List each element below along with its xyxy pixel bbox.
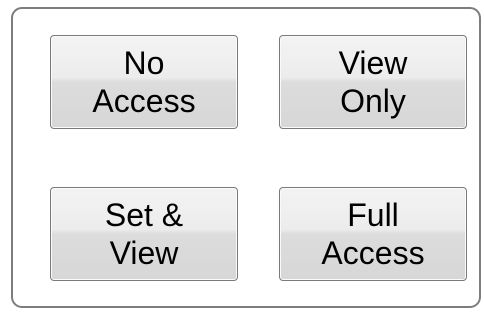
button-label-line-2: Access xyxy=(321,235,425,271)
set-and-view-button[interactable]: Set & View xyxy=(50,187,238,281)
button-label-line-2: Only xyxy=(340,83,406,119)
button-label-line-2: View xyxy=(109,235,179,271)
button-label-line-1: View xyxy=(338,45,408,81)
button-label-line-1: No xyxy=(123,45,165,81)
button-label-line-2: Access xyxy=(92,83,196,119)
view-only-button[interactable]: View Only xyxy=(279,35,467,129)
no-access-button[interactable]: No Access xyxy=(50,35,238,129)
button-label-line-1: Full xyxy=(347,197,399,233)
button-label-line-1: Set & xyxy=(104,197,184,233)
full-access-button[interactable]: Full Access xyxy=(279,187,467,281)
